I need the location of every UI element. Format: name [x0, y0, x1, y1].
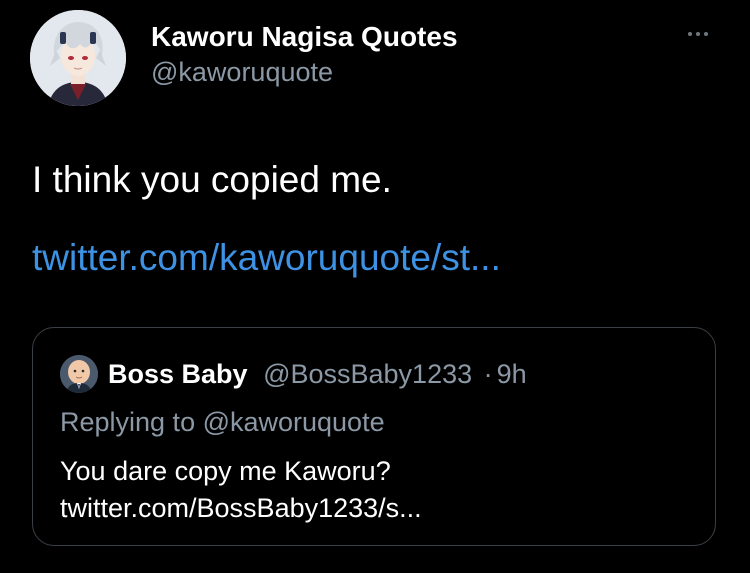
quoted-tweet-header: Boss Baby @BossBaby1233 · 9h — [108, 358, 527, 390]
quoted-separator: · — [483, 359, 493, 389]
tweet-text: I think you copied me. — [32, 159, 392, 200]
tweet-link[interactable]: twitter.com/kaworuquote/st... — [32, 236, 501, 280]
quoted-text-line: You dare copy me Kaworu? — [60, 456, 391, 486]
quoted-author-avatar[interactable] — [60, 355, 98, 393]
author-handle[interactable]: @kaworuquote — [151, 56, 333, 88]
quoted-timestamp[interactable]: 9h — [497, 359, 527, 389]
author-avatar[interactable] — [30, 10, 126, 106]
author-display-name[interactable]: Kaworu Nagisa Quotes — [151, 20, 458, 54]
more-dot — [704, 32, 708, 36]
more-options-icon[interactable] — [680, 24, 716, 44]
more-dot — [688, 32, 692, 36]
tweet: Kaworu Nagisa Quotes @kaworuquote I thin… — [0, 0, 750, 573]
kaworu-avatar-icon — [30, 10, 126, 106]
quoted-author-handle[interactable]: @BossBaby1233 — [263, 359, 472, 389]
quoted-author-name[interactable]: Boss Baby — [108, 359, 248, 389]
quoted-link[interactable]: twitter.com/BossBaby1233/s... — [60, 490, 422, 527]
quoted-tweet-text: You dare copy me Kaworu? twitter.com/Bos… — [60, 453, 422, 527]
boss-baby-avatar-icon — [60, 355, 98, 393]
quoted-tweet-card[interactable]: Boss Baby @BossBaby1233 · 9h Replying to … — [32, 327, 716, 546]
quoted-replying-to: Replying to @kaworuquote — [60, 407, 385, 437]
more-dot — [696, 32, 700, 36]
